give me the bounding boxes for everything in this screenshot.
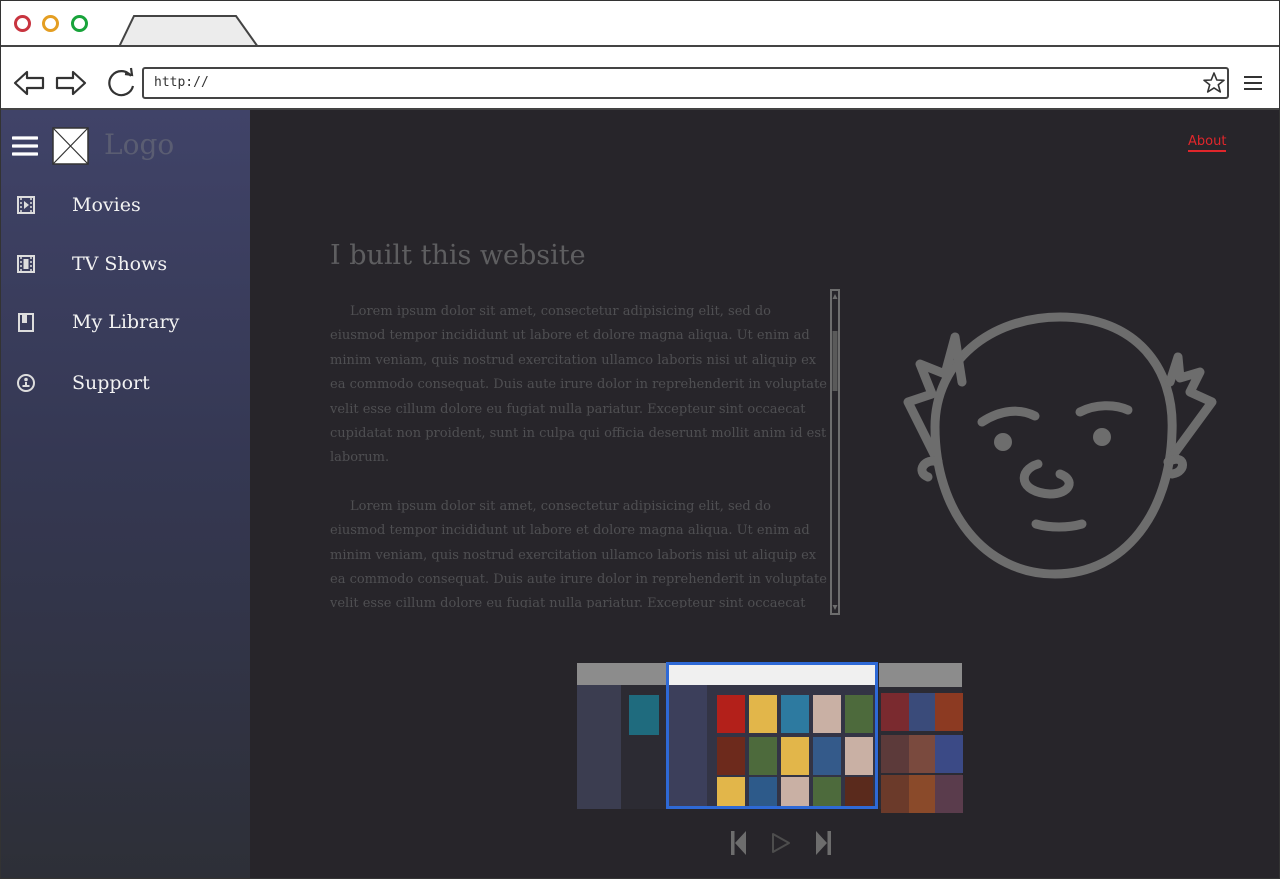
text-scrollbar[interactable] [830,289,840,615]
tab-strip-divider [0,45,1280,47]
back-arrow-icon[interactable] [13,69,45,97]
close-window-button[interactable] [14,15,31,32]
scrollbar-track [832,294,838,610]
maximize-window-button[interactable] [71,15,88,32]
left-eye [994,433,1012,451]
reload-icon[interactable] [104,67,138,101]
page-heading: I built this website [330,240,586,271]
right-eye [1093,428,1111,446]
sidebar-item-label: TV Shows [72,253,168,275]
sidebar-item-label: My Library [72,311,180,333]
sidebar-item-label: Support [72,372,150,394]
sidebar-item-support[interactable]: Support [0,361,250,405]
avatar-face-illustration [903,312,1217,579]
browser-menu-icon[interactable] [1243,75,1263,91]
next-track-icon[interactable] [814,830,832,856]
film-play-icon [17,196,35,214]
sidebar: Logo Movies TV Shows My Library Support [0,110,250,879]
sidebar-item-movies[interactable]: Movies [0,183,250,227]
sidebar-item-label: Movies [72,194,141,216]
address-bar[interactable]: http:// [142,67,1229,99]
minimize-window-button[interactable] [42,15,59,32]
logo-image-placeholder [52,127,89,165]
lifebuoy-icon [17,374,35,392]
browser-tab[interactable] [118,14,260,47]
carousel-thumbnail-active[interactable] [666,662,878,809]
carousel-thumbnail-next[interactable] [879,663,963,813]
film-strip-icon [17,255,35,273]
play-icon[interactable] [770,832,792,854]
hamburger-menu-icon[interactable] [12,136,38,156]
body-paragraph: Lorem ipsum dolor sit amet, consectetur … [330,498,827,608]
browser-chrome: http:// [0,0,1280,110]
forward-arrow-icon[interactable] [55,69,87,97]
sidebar-item-tv-shows[interactable]: TV Shows [0,242,250,286]
bookmark-star-icon[interactable] [1202,71,1226,95]
body-paragraph: Lorem ipsum dolor sit amet, consectetur … [330,304,827,466]
about-link[interactable]: About [1188,134,1227,152]
book-icon [18,313,34,332]
logo-text: Logo [104,128,175,161]
previous-track-icon[interactable] [730,830,748,856]
scrollable-text-area[interactable]: Lorem ipsum dolor sit amet, consectetur … [330,300,830,608]
carousel-thumbnail-prev[interactable] [577,663,667,809]
sidebar-item-my-library[interactable]: My Library [0,300,250,344]
address-bar-text: http:// [154,75,209,90]
